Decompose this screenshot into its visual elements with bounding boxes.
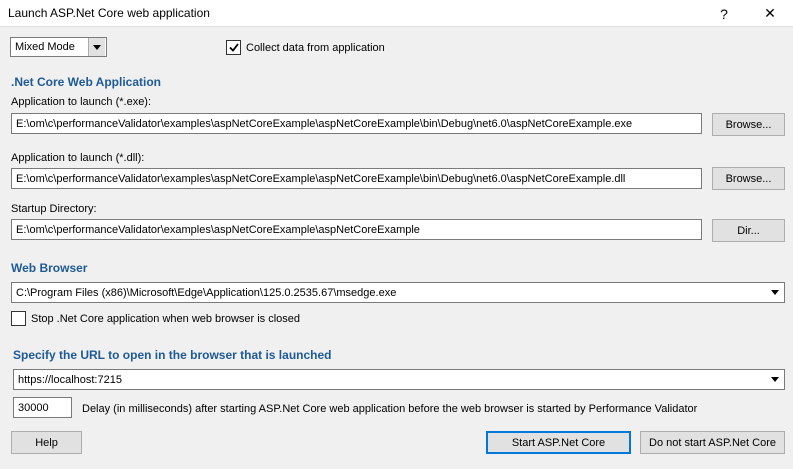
dir-button[interactable]: Dir...: [712, 219, 785, 242]
url-select[interactable]: https://localhost:7215: [13, 369, 785, 390]
chevron-down-icon[interactable]: [88, 38, 105, 56]
collect-data-label: Collect data from application: [246, 41, 385, 54]
delay-label: Delay (in milliseconds) after starting A…: [82, 403, 698, 415]
help-button[interactable]: Help: [11, 431, 82, 454]
collect-data-checkbox[interactable]: [226, 40, 241, 55]
chevron-down-icon[interactable]: [767, 283, 783, 302]
mode-select[interactable]: Mixed Mode: [10, 37, 107, 57]
browser-select-value: C:\Program Files (x86)\Microsoft\Edge\Ap…: [16, 286, 397, 299]
do-not-start-button[interactable]: Do not start ASP.Net Core: [640, 431, 785, 454]
startup-dir-input[interactable]: E:\om\c\performanceValidator\examples\as…: [11, 219, 702, 240]
collect-data-option[interactable]: Collect data from application: [226, 40, 385, 55]
delay-input[interactable]: 30000: [13, 397, 72, 418]
mode-select-value: Mixed Mode: [15, 41, 75, 53]
url-heading: Specify the URL to open in the browser t…: [13, 348, 332, 362]
stop-app-checkbox[interactable]: [11, 311, 26, 326]
dll-browse-button[interactable]: Browse...: [712, 167, 785, 190]
net-core-heading: .Net Core Web Application: [11, 75, 162, 89]
chevron-down-icon[interactable]: [767, 370, 783, 389]
close-button[interactable]: ✕: [750, 0, 790, 27]
dll-path-input[interactable]: E:\om\c\performanceValidator\examples\as…: [11, 168, 702, 189]
web-browser-heading: Web Browser: [11, 261, 88, 275]
dll-label: Application to launch (*.dll):: [11, 152, 145, 164]
stop-app-option[interactable]: Stop .Net Core application when web brow…: [11, 311, 300, 326]
close-icon: ✕: [764, 5, 776, 21]
window-title: Launch ASP.Net Core web application: [8, 6, 210, 20]
url-select-value: https://localhost:7215: [18, 373, 122, 386]
exe-browse-button[interactable]: Browse...: [712, 113, 785, 136]
browser-select[interactable]: C:\Program Files (x86)\Microsoft\Edge\Ap…: [11, 282, 785, 303]
exe-path-input[interactable]: E:\om\c\performanceValidator\examples\as…: [11, 113, 702, 134]
help-icon: ?: [720, 5, 728, 22]
stop-app-label: Stop .Net Core application when web brow…: [31, 312, 301, 325]
startup-dir-label: Startup Directory:: [11, 203, 97, 215]
exe-label: Application to launch (*.exe):: [11, 96, 152, 108]
help-title-button[interactable]: ?: [704, 0, 744, 27]
start-button[interactable]: Start ASP.Net Core: [486, 431, 631, 454]
